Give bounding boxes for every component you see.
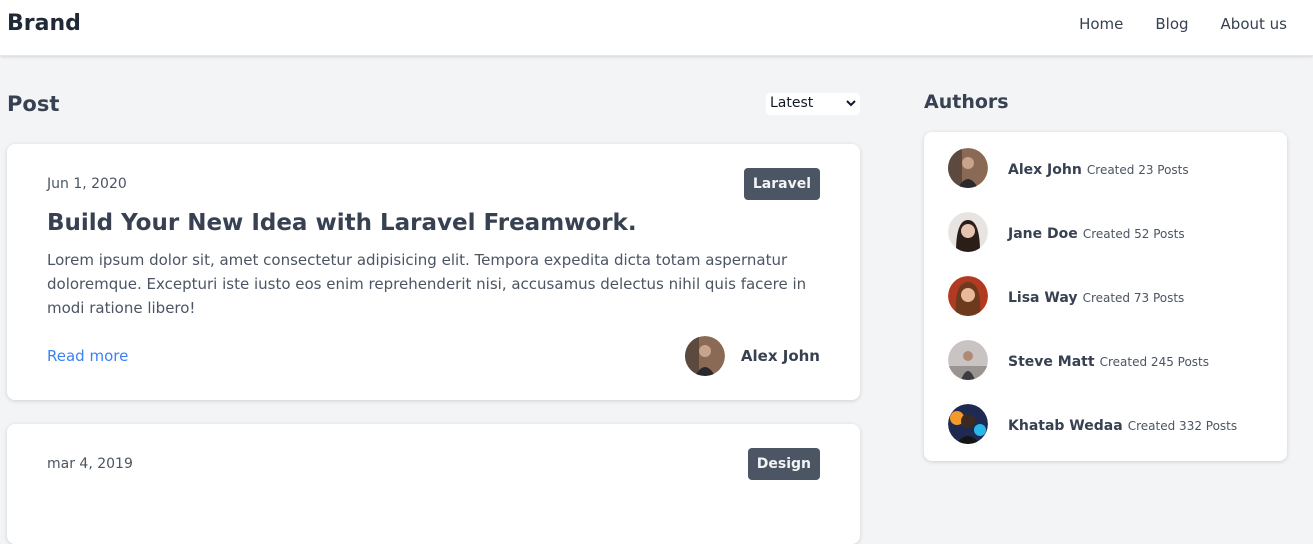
post-title[interactable]: Build Your New Idea with Laravel Freamwo… xyxy=(47,210,637,236)
sort-select[interactable]: Latest xyxy=(766,93,860,115)
post-tag[interactable]: Design xyxy=(747,448,820,480)
post-card: mar 4, 2019 Design xyxy=(7,424,860,544)
author-name[interactable]: Khatab Wedaa xyxy=(1008,418,1123,434)
avatar xyxy=(948,340,988,380)
post-date: Jun 1, 2020 xyxy=(47,176,127,192)
avatar xyxy=(948,404,988,444)
post-excerpt: Lorem ipsum dolor sit, amet consectetur … xyxy=(47,251,807,317)
post-date: mar 4, 2019 xyxy=(47,456,133,472)
brand-logo[interactable]: Brand xyxy=(7,11,81,36)
nav-links: Home Blog About us xyxy=(1079,15,1287,33)
authors-card: Alex John Created 23 Posts Jane Doe Crea… xyxy=(924,132,1287,461)
list-item: Steve Matt Created 245 Posts xyxy=(948,340,1209,380)
posts-heading: Post xyxy=(7,92,60,116)
navbar: Brand Home Blog About us xyxy=(0,0,1313,56)
read-more-link[interactable]: Read more xyxy=(47,347,128,365)
nav-link-about[interactable]: About us xyxy=(1221,15,1287,33)
author-post-count: Created 245 Posts xyxy=(1099,354,1210,369)
avatar xyxy=(948,148,988,188)
author-name[interactable]: Lisa Way xyxy=(1008,290,1077,306)
sort-select-value: Latest xyxy=(770,95,814,111)
nav-link-home[interactable]: Home xyxy=(1079,15,1123,33)
post-card: Jun 1, 2020 Laravel Build Your New Idea … xyxy=(7,144,860,400)
author-post-count: Created 73 Posts xyxy=(1082,290,1185,305)
nav-link-blog[interactable]: Blog xyxy=(1155,15,1188,33)
list-item: Alex John Created 23 Posts xyxy=(948,148,1189,188)
author-name[interactable]: Steve Matt xyxy=(1008,354,1095,370)
author-name[interactable]: Alex John xyxy=(1008,162,1082,178)
authors-heading: Authors xyxy=(924,91,1009,113)
post-author[interactable]: Alex John xyxy=(684,336,820,376)
author-post-count: Created 332 Posts xyxy=(1127,418,1238,433)
avatar xyxy=(948,276,988,316)
post-author-name: Alex John xyxy=(740,347,820,365)
author-post-count: Created 52 Posts xyxy=(1082,226,1185,241)
post-tag[interactable]: Laravel xyxy=(743,168,820,200)
list-item: Lisa Way Created 73 Posts xyxy=(948,276,1184,316)
chevron-down-icon xyxy=(846,100,856,107)
list-item: Khatab Wedaa Created 332 Posts xyxy=(948,404,1237,444)
author-name[interactable]: Jane Doe xyxy=(1008,226,1078,242)
avatar xyxy=(948,212,988,252)
list-item: Jane Doe Created 52 Posts xyxy=(948,212,1185,252)
author-post-count: Created 23 Posts xyxy=(1086,162,1189,177)
avatar xyxy=(684,336,725,376)
